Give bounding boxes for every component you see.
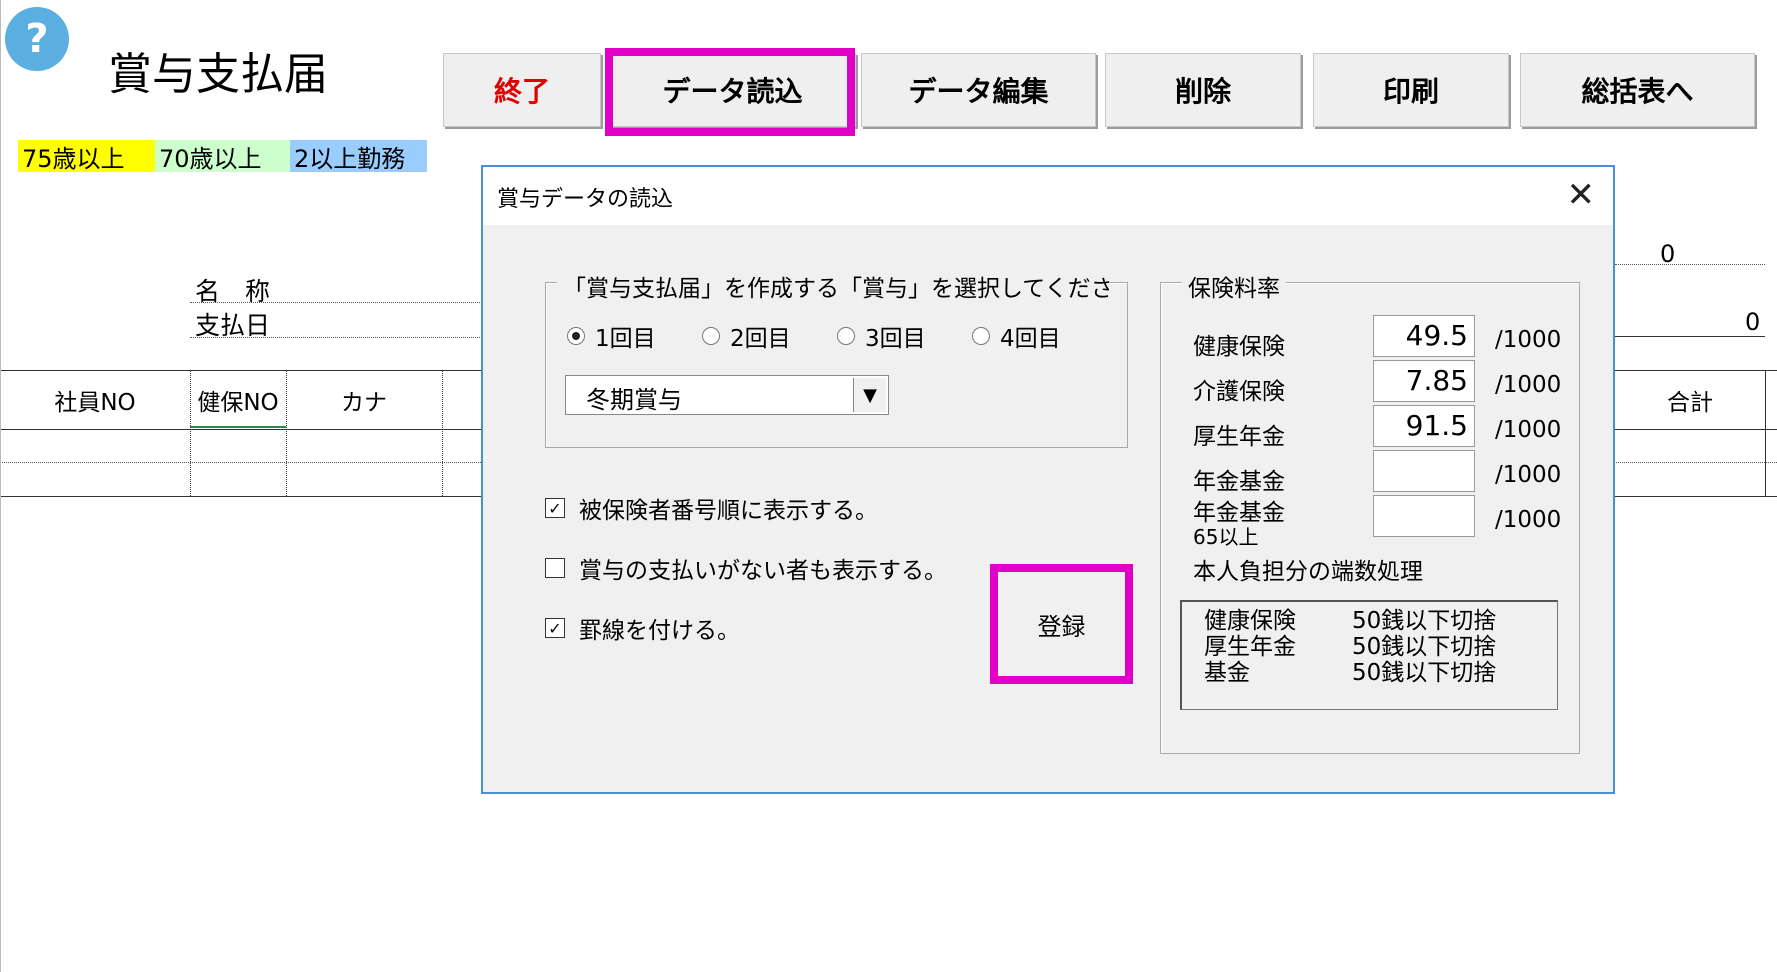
grid-vline [442, 370, 443, 496]
radio-button[interactable] [702, 327, 720, 345]
rate-label-pension: 厚生年金 [1193, 424, 1285, 450]
legend-multi-employment: 2以上勤務 [290, 140, 427, 173]
chevron-down-icon[interactable]: ▼ [853, 378, 886, 412]
rate-input-care[interactable]: 7.85 [1373, 360, 1475, 402]
close-icon[interactable]: ✕ [1567, 175, 1596, 215]
col-total: 合計 [1667, 390, 1713, 416]
rate-input-fund-65[interactable] [1373, 495, 1475, 537]
rounding-row-value: 50銭以下切捨 [1352, 608, 1497, 634]
rate-sublabel-65: 65以上 [1193, 525, 1259, 549]
register-button[interactable]: 登録 [990, 564, 1133, 684]
value-second-line [1615, 336, 1765, 337]
checkbox-label: 賞与の支払いがない者も表示する。 [579, 558, 947, 584]
rounding-row-label: 健康保険 [1204, 608, 1296, 634]
checkbox-label: 被保険者番号順に表示する。 [579, 498, 878, 524]
delete-button[interactable]: 削除 [1105, 53, 1301, 127]
page-title: 賞与支払届 [108, 49, 328, 100]
option-sort-by-number[interactable]: ✓ 被保険者番号順に表示する。 [545, 491, 878, 525]
legend-70-plus: 70歳以上 [155, 140, 290, 173]
col-kana: カナ [341, 390, 387, 416]
checkbox-label: 罫線を付ける。 [579, 618, 740, 644]
rate-label-care: 介護保険 [1193, 379, 1285, 405]
checkbox[interactable]: ✓ [545, 618, 565, 638]
help-icon[interactable]: ? [5, 7, 69, 71]
rounding-row-value: 50銭以下切捨 [1352, 660, 1497, 686]
option-show-unpaid[interactable]: 賞与の支払いがない者も表示する。 [545, 551, 947, 585]
summary-button[interactable]: 総括表へ [1520, 53, 1755, 127]
active-cell-underline [190, 426, 286, 428]
bonus-select-group-label: 「賞与支払届」を作成する「賞与」を選択してくださ [557, 269, 1109, 303]
option-grid-lines[interactable]: ✓ 罫線を付ける。 [545, 611, 740, 645]
edit-data-button[interactable]: データ編集 [861, 53, 1096, 127]
rounding-row-label: 厚生年金 [1204, 634, 1296, 660]
legend-75-plus: 75歳以上 [18, 140, 155, 173]
rate-input-pension[interactable]: 91.5 [1373, 405, 1475, 447]
radio-button[interactable] [972, 327, 990, 345]
bonus-type-value: 冬期賞与 [586, 386, 682, 414]
dialog-titlebar: 賞与データの読込 ✕ [483, 167, 1613, 225]
paydate-line [190, 337, 482, 338]
load-data-highlight [605, 48, 855, 136]
col-employee-no: 社員NO [54, 390, 136, 416]
rate-input-health[interactable]: 49.5 [1373, 315, 1475, 357]
col-health-no: 健保NO [197, 390, 279, 416]
rate-unit: /1000 [1495, 417, 1562, 443]
dialog-title: 賞与データの読込 [497, 187, 674, 212]
checkbox[interactable] [545, 558, 565, 578]
radio-label: 2回目 [730, 326, 791, 352]
radio-3[interactable]: 3回目 [837, 319, 926, 353]
name-line [190, 302, 482, 303]
rate-label-health: 健康保険 [1193, 334, 1285, 360]
radio-label: 4回目 [1000, 326, 1061, 352]
bonus-select-group [545, 282, 1128, 448]
rate-unit: /1000 [1495, 507, 1562, 533]
print-button[interactable]: 印刷 [1313, 53, 1509, 127]
radio-label: 1回目 [595, 326, 656, 352]
radio-button[interactable] [837, 327, 855, 345]
rounding-label: 本人負担分の端数処理 [1193, 559, 1423, 585]
rate-input-fund[interactable] [1373, 450, 1475, 492]
rounding-list: 健康保険 50銭以下切捨 厚生年金 50銭以下切捨 基金 50銭以下切捨 [1180, 600, 1558, 710]
sheet-left-edge [0, 0, 1, 972]
rounding-row-label: 基金 [1204, 660, 1250, 686]
load-bonus-dialog: 賞与データの読込 ✕ 「賞与支払届」を作成する「賞与」を選択してくださ 1回目 … [481, 165, 1615, 794]
grid-vline [190, 370, 191, 496]
radio-4[interactable]: 4回目 [972, 319, 1061, 353]
radio-label: 3回目 [865, 326, 926, 352]
grid-vline [1765, 370, 1766, 496]
bonus-type-select[interactable]: 冬期賞与 ▼ [565, 375, 889, 415]
rounding-row-value: 50銭以下切捨 [1352, 634, 1497, 660]
rate-unit: /1000 [1495, 327, 1562, 353]
radio-button[interactable] [567, 327, 585, 345]
rate-unit: /1000 [1495, 462, 1562, 488]
value-top-line [1615, 264, 1765, 265]
rate-unit: /1000 [1495, 372, 1562, 398]
radio-2[interactable]: 2回目 [702, 319, 791, 353]
insurance-rates-label: 保険料率 [1182, 269, 1286, 303]
radio-1[interactable]: 1回目 [567, 319, 656, 353]
exit-button[interactable]: 終了 [443, 53, 601, 127]
grid-vline [286, 370, 287, 496]
value-second: 0 [1745, 308, 1761, 336]
rate-label-fund: 年金基金 [1193, 469, 1285, 495]
checkbox[interactable]: ✓ [545, 498, 565, 518]
